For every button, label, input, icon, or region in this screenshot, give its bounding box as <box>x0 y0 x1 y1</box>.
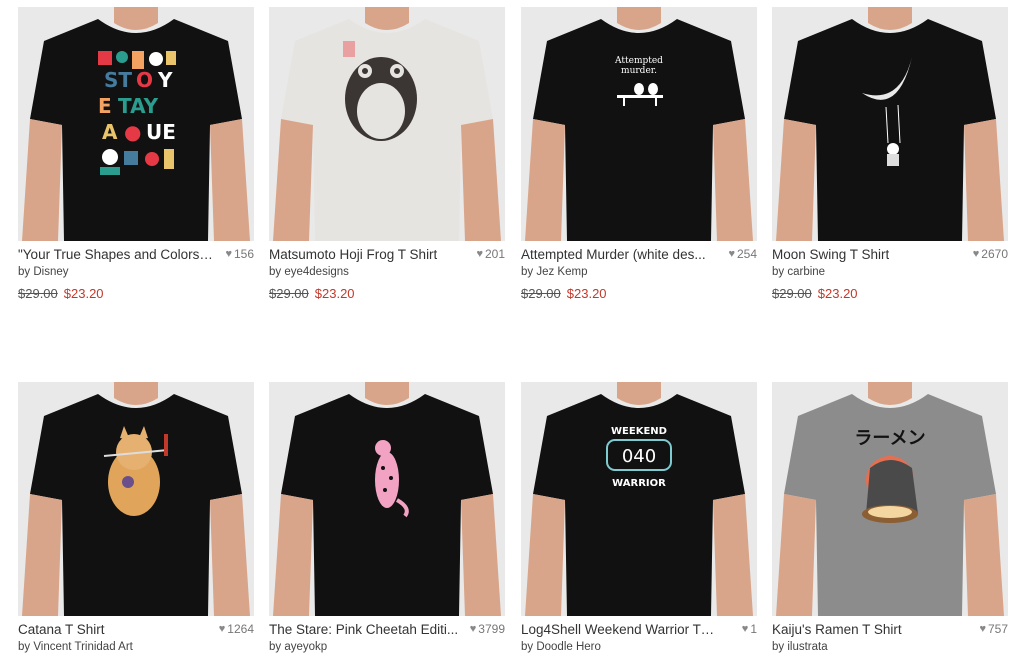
price-line: $29.00 $23.20 <box>269 286 505 301</box>
sale-price: $23.20 <box>817 286 858 301</box>
product-card[interactable]: Moon Swing T Shirt ♥ 2670 by carbine $29.… <box>772 7 1008 301</box>
design-text: ラーメン <box>854 428 925 449</box>
like-count-value: 254 <box>736 247 757 261</box>
svg-text:E: E <box>98 94 112 118</box>
artist-link[interactable]: by carbine <box>772 266 1008 278</box>
tshirt-illustration: Attempted murder. <box>525 7 753 241</box>
heart-icon: ♥ <box>979 623 986 635</box>
heart-icon: ♥ <box>728 248 735 260</box>
colorful-shapes-design: ST O Y E TAY A ● UE <box>94 47 180 179</box>
product-card[interactable]: Matsumoto Hoji Frog T Shirt ♥ 201 by eye4… <box>269 7 505 301</box>
heart-icon: ♥ <box>225 248 232 260</box>
like-count[interactable]: ♥ 254 <box>728 247 757 261</box>
svg-text:A: A <box>102 120 118 144</box>
like-count-value: 1 <box>750 622 757 636</box>
tshirt-illustration <box>22 382 250 616</box>
heart-icon: ♥ <box>476 248 483 260</box>
artist-link[interactable]: by ilustrata <box>772 641 1008 653</box>
product-image[interactable] <box>18 382 254 616</box>
product-title[interactable]: "Your True Shapes and Colors ... <box>18 247 214 262</box>
product-image[interactable] <box>269 7 505 241</box>
product-title[interactable]: Kaiju's Ramen T Shirt <box>772 622 902 637</box>
product-title[interactable]: Matsumoto Hoji Frog T Shirt <box>269 247 437 262</box>
svg-text:UE: UE <box>146 120 176 144</box>
like-count[interactable]: ♥ 201 <box>476 247 505 261</box>
like-count[interactable]: ♥ 2670 <box>973 247 1008 261</box>
like-count[interactable]: ♥ 757 <box>979 622 1008 636</box>
like-count[interactable]: ♥ 3799 <box>470 622 505 636</box>
product-image[interactable]: ST O Y E TAY A ● UE <box>18 7 254 241</box>
original-price: $29.00 <box>521 286 561 301</box>
sale-price: $23.20 <box>566 286 607 301</box>
tshirt-illustration: ST O Y E TAY A ● UE <box>22 7 250 241</box>
product-title[interactable]: Attempted Murder (white des... <box>521 247 706 262</box>
sale-price: $23.20 <box>314 286 355 301</box>
design-text: WEEKEND <box>611 426 667 437</box>
like-count-value: 757 <box>987 622 1008 636</box>
product-title[interactable]: The Stare: Pink Cheetah Editi... <box>269 622 458 637</box>
original-price: $29.00 <box>18 286 58 301</box>
artist-link[interactable]: by Jez Kemp <box>521 266 757 278</box>
svg-text:Y: Y <box>157 68 173 92</box>
product-card[interactable]: WEEKEND 040 WARRIOR Log4Shell Weekend Wa… <box>521 382 757 653</box>
tshirt-illustration <box>273 7 501 241</box>
original-price: $29.00 <box>269 286 309 301</box>
product-card[interactable]: ラーメン Kaiju's Ramen T Shirt ♥ 757 by ilust… <box>772 382 1008 653</box>
heart-icon: ♥ <box>218 623 226 635</box>
tshirt-illustration: ラーメン <box>776 382 1004 616</box>
artist-link[interactable]: by Vincent Trinidad Art <box>18 641 254 653</box>
like-count[interactable]: ♥ 156 <box>225 247 254 261</box>
like-count-value: 3799 <box>478 622 505 636</box>
product-card[interactable]: Catana T Shirt ♥ 1264 by Vincent Trinidad… <box>18 382 254 653</box>
like-count-value: 201 <box>484 247 505 261</box>
price-line: $29.00 $23.20 <box>521 286 757 301</box>
product-image[interactable]: Attempted murder. <box>521 7 757 241</box>
product-image[interactable]: ラーメン <box>772 382 1008 616</box>
heart-icon: ♥ <box>972 248 980 260</box>
svg-text:●: ● <box>124 120 141 144</box>
product-title[interactable]: Catana T Shirt <box>18 622 105 637</box>
price-line: $29.00 $23.20 <box>772 286 1008 301</box>
product-title[interactable]: Moon Swing T Shirt <box>772 247 889 262</box>
svg-text:O: O <box>136 68 153 92</box>
product-image[interactable]: WEEKEND 040 WARRIOR <box>521 382 757 616</box>
product-card[interactable]: ST O Y E TAY A ● UE "Your True Shapes an… <box>18 7 254 301</box>
heart-icon: ♥ <box>469 623 477 635</box>
tshirt-illustration <box>776 7 1004 241</box>
product-grid: ST O Y E TAY A ● UE "Your True Shapes an… <box>0 0 1020 666</box>
product-card[interactable]: The Stare: Pink Cheetah Editi... ♥ 3799 b… <box>269 382 505 653</box>
heart-icon: ♥ <box>741 623 749 635</box>
price-line: $29.00 $23.20 <box>18 286 254 301</box>
original-price: $29.00 <box>772 286 812 301</box>
sale-price: $23.20 <box>63 286 104 301</box>
design-text: Attempted <box>614 56 663 66</box>
like-count-value: 156 <box>233 247 254 261</box>
svg-text:040: 040 <box>622 446 656 467</box>
artist-link[interactable]: by Doodle Hero <box>521 641 757 653</box>
design-text: WARRIOR <box>612 478 666 489</box>
like-count[interactable]: ♥ 1 <box>742 622 757 636</box>
like-count-value: 2670 <box>981 247 1008 261</box>
artist-link[interactable]: by eye4designs <box>269 266 505 278</box>
design-text: murder. <box>621 66 657 76</box>
svg-text:ST: ST <box>104 68 132 92</box>
artist-link[interactable]: by ayeyokp <box>269 641 505 653</box>
product-title[interactable]: Log4Shell Weekend Warrior T S... <box>521 622 717 637</box>
artist-link[interactable]: by Disney <box>18 266 254 278</box>
tshirt-illustration: WEEKEND 040 WARRIOR <box>525 382 753 616</box>
svg-text:TAY: TAY <box>118 94 159 118</box>
tshirt-illustration <box>273 382 501 616</box>
product-card[interactable]: Attempted murder. Attempted Murder (whit… <box>521 7 757 301</box>
like-count[interactable]: ♥ 1264 <box>219 622 254 636</box>
product-image[interactable] <box>269 382 505 616</box>
like-count-value: 1264 <box>227 622 254 636</box>
product-image[interactable] <box>772 7 1008 241</box>
